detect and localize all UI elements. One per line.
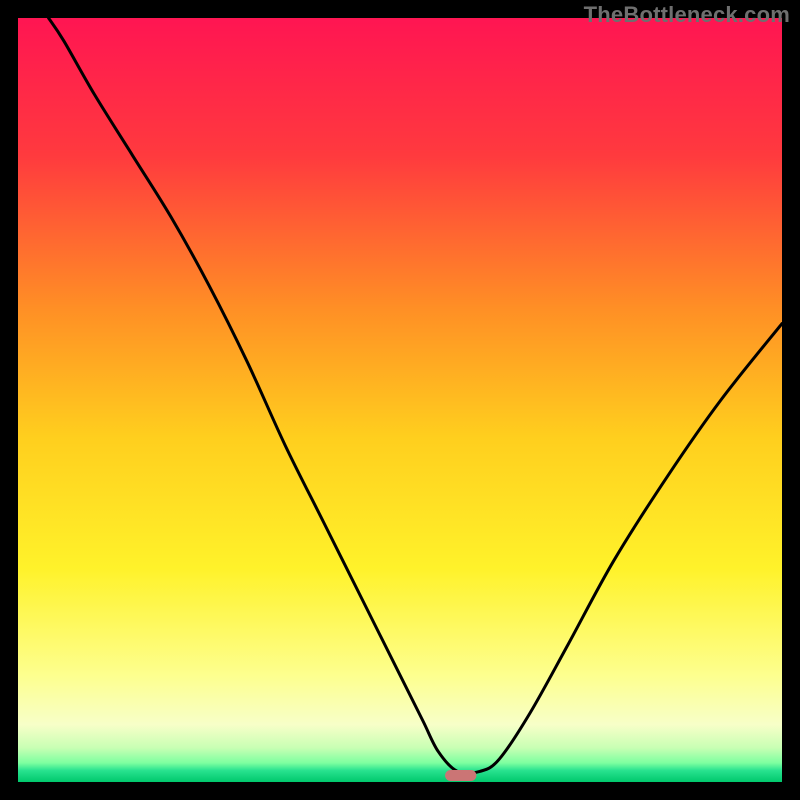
watermark-text: TheBottleneck.com [584, 2, 790, 28]
floor-marker [445, 770, 476, 781]
chart-frame: TheBottleneck.com [0, 0, 800, 800]
plot-background [18, 18, 782, 782]
bottleneck-chart [18, 18, 782, 782]
